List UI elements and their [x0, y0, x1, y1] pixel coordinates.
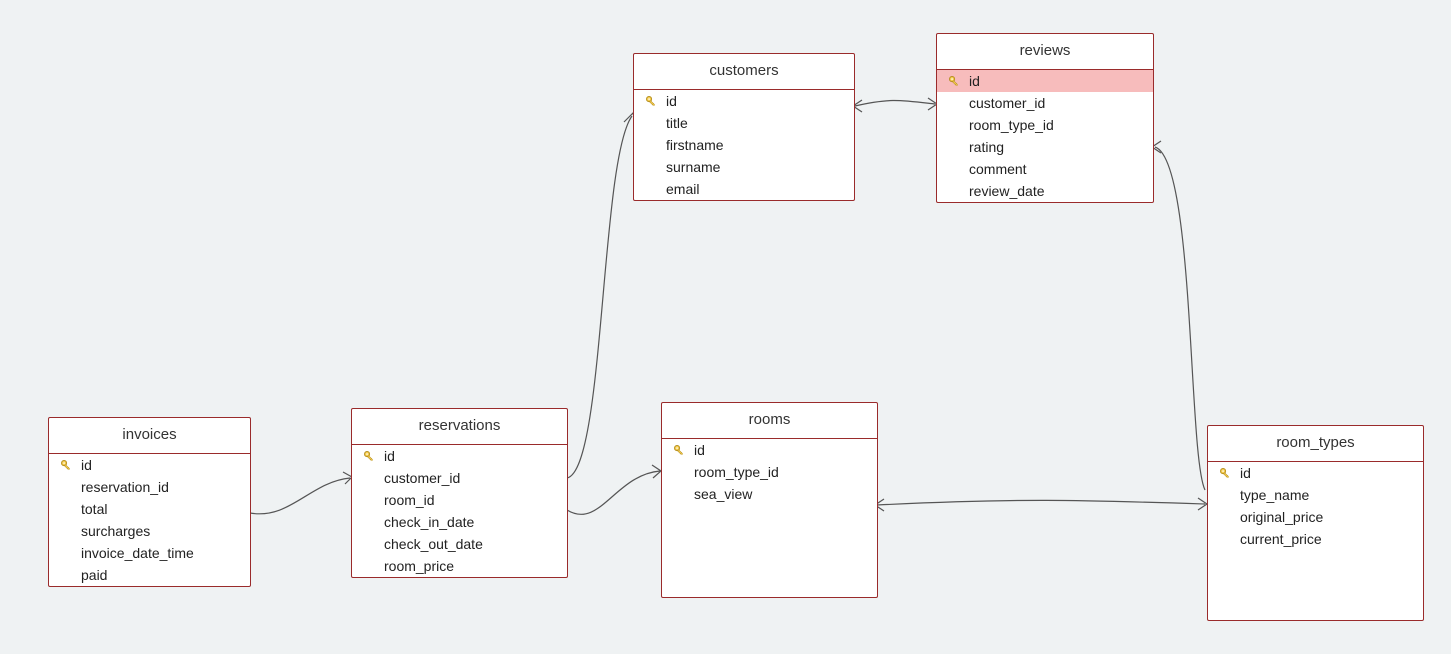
column-row[interactable]: surname	[634, 156, 854, 178]
key-slot	[670, 444, 688, 457]
column-name: room_type_id	[688, 464, 779, 480]
column-row[interactable]: id	[937, 70, 1153, 92]
column-name: id	[688, 442, 705, 458]
column-row[interactable]: firstname	[634, 134, 854, 156]
column-row[interactable]: room_type_id	[662, 461, 877, 483]
column-row[interactable]: comment	[937, 158, 1153, 180]
table-reservations-columns: id customer_id room_id check_in_date check_o…	[352, 445, 567, 577]
table-customers-columns: id title firstname surname email	[634, 90, 854, 200]
key-slot	[945, 75, 963, 88]
column-name: paid	[75, 567, 107, 583]
table-reviews-title: reviews	[937, 34, 1153, 70]
primary-key-icon	[363, 450, 376, 463]
column-row[interactable]: id	[662, 439, 877, 461]
column-name: id	[378, 448, 395, 464]
column-row[interactable]: original_price	[1208, 506, 1423, 528]
column-name: id	[1234, 465, 1251, 481]
column-name: id	[963, 73, 980, 89]
key-slot	[57, 459, 75, 472]
column-name: original_price	[1234, 509, 1323, 525]
column-name: sea_view	[688, 486, 752, 502]
table-customers[interactable]: customers id title firstname surname email	[633, 53, 855, 201]
column-name: reservation_id	[75, 479, 169, 495]
column-row[interactable]: title	[634, 112, 854, 134]
column-name: surcharges	[75, 523, 150, 539]
table-reservations-title: reservations	[352, 409, 567, 445]
column-row[interactable]: room_type_id	[937, 114, 1153, 136]
column-name: firstname	[660, 137, 724, 153]
table-invoices-title: invoices	[49, 418, 250, 454]
column-row[interactable]: review_date	[937, 180, 1153, 202]
column-name: total	[75, 501, 107, 517]
column-name: id	[660, 93, 677, 109]
table-room-types[interactable]: room_types id type_name original_pricecurr…	[1207, 425, 1424, 621]
column-row[interactable]: type_name	[1208, 484, 1423, 506]
column-name: room_price	[378, 558, 454, 574]
column-name: review_date	[963, 183, 1045, 199]
column-row[interactable]: id	[352, 445, 567, 467]
table-room-types-columns: id type_name original_price current_price	[1208, 462, 1423, 550]
column-name: room_type_id	[963, 117, 1054, 133]
table-reviews-columns: id customer_id room_type_idrating comment re…	[937, 70, 1153, 202]
column-row[interactable]: sea_view	[662, 483, 877, 505]
table-rooms-title: rooms	[662, 403, 877, 439]
column-row[interactable]: total	[49, 498, 250, 520]
column-row[interactable]: invoice_date_time	[49, 542, 250, 564]
column-row[interactable]: id	[49, 454, 250, 476]
column-row[interactable]: id	[634, 90, 854, 112]
column-row[interactable]: paid	[49, 564, 250, 586]
column-name: current_price	[1234, 531, 1322, 547]
column-row[interactable]: room_price	[352, 555, 567, 577]
column-name: check_out_date	[378, 536, 483, 552]
column-row[interactable]: check_in_date	[352, 511, 567, 533]
primary-key-icon	[1219, 467, 1232, 480]
column-row[interactable]: check_out_date	[352, 533, 567, 555]
primary-key-icon	[673, 444, 686, 457]
table-rooms[interactable]: rooms id room_type_id sea_view	[661, 402, 878, 598]
key-slot	[360, 450, 378, 463]
column-name: check_in_date	[378, 514, 474, 530]
key-slot	[642, 95, 660, 108]
column-name: surname	[660, 159, 720, 175]
table-room-types-title: room_types	[1208, 426, 1423, 462]
column-row[interactable]: customer_id	[937, 92, 1153, 114]
column-name: room_id	[378, 492, 435, 508]
column-name: comment	[963, 161, 1027, 177]
column-row[interactable]: customer_id	[352, 467, 567, 489]
key-slot	[1216, 467, 1234, 480]
table-reservations[interactable]: reservations id customer_id room_id check_i…	[351, 408, 568, 578]
primary-key-icon	[948, 75, 961, 88]
table-customers-title: customers	[634, 54, 854, 90]
column-name: type_name	[1234, 487, 1309, 503]
column-row[interactable]: room_id	[352, 489, 567, 511]
column-row[interactable]: email	[634, 178, 854, 200]
table-invoices[interactable]: invoices id reservation_idtotal surcharges…	[48, 417, 251, 587]
column-row[interactable]: rating	[937, 136, 1153, 158]
column-row[interactable]: reservation_id	[49, 476, 250, 498]
column-name: email	[660, 181, 699, 197]
table-reviews[interactable]: reviews id customer_id room_type_idrating c…	[936, 33, 1154, 203]
column-name: title	[660, 115, 688, 131]
primary-key-icon	[645, 95, 658, 108]
table-rooms-columns: id room_type_id sea_view	[662, 439, 877, 505]
column-name: customer_id	[963, 95, 1045, 111]
primary-key-icon	[60, 459, 73, 472]
column-name: customer_id	[378, 470, 460, 486]
column-name: id	[75, 457, 92, 473]
column-name: rating	[963, 139, 1004, 155]
column-name: invoice_date_time	[75, 545, 194, 561]
table-invoices-columns: id reservation_idtotal surcharges invoice_d…	[49, 454, 250, 586]
column-row[interactable]: surcharges	[49, 520, 250, 542]
column-row[interactable]: current_price	[1208, 528, 1423, 550]
column-row[interactable]: id	[1208, 462, 1423, 484]
